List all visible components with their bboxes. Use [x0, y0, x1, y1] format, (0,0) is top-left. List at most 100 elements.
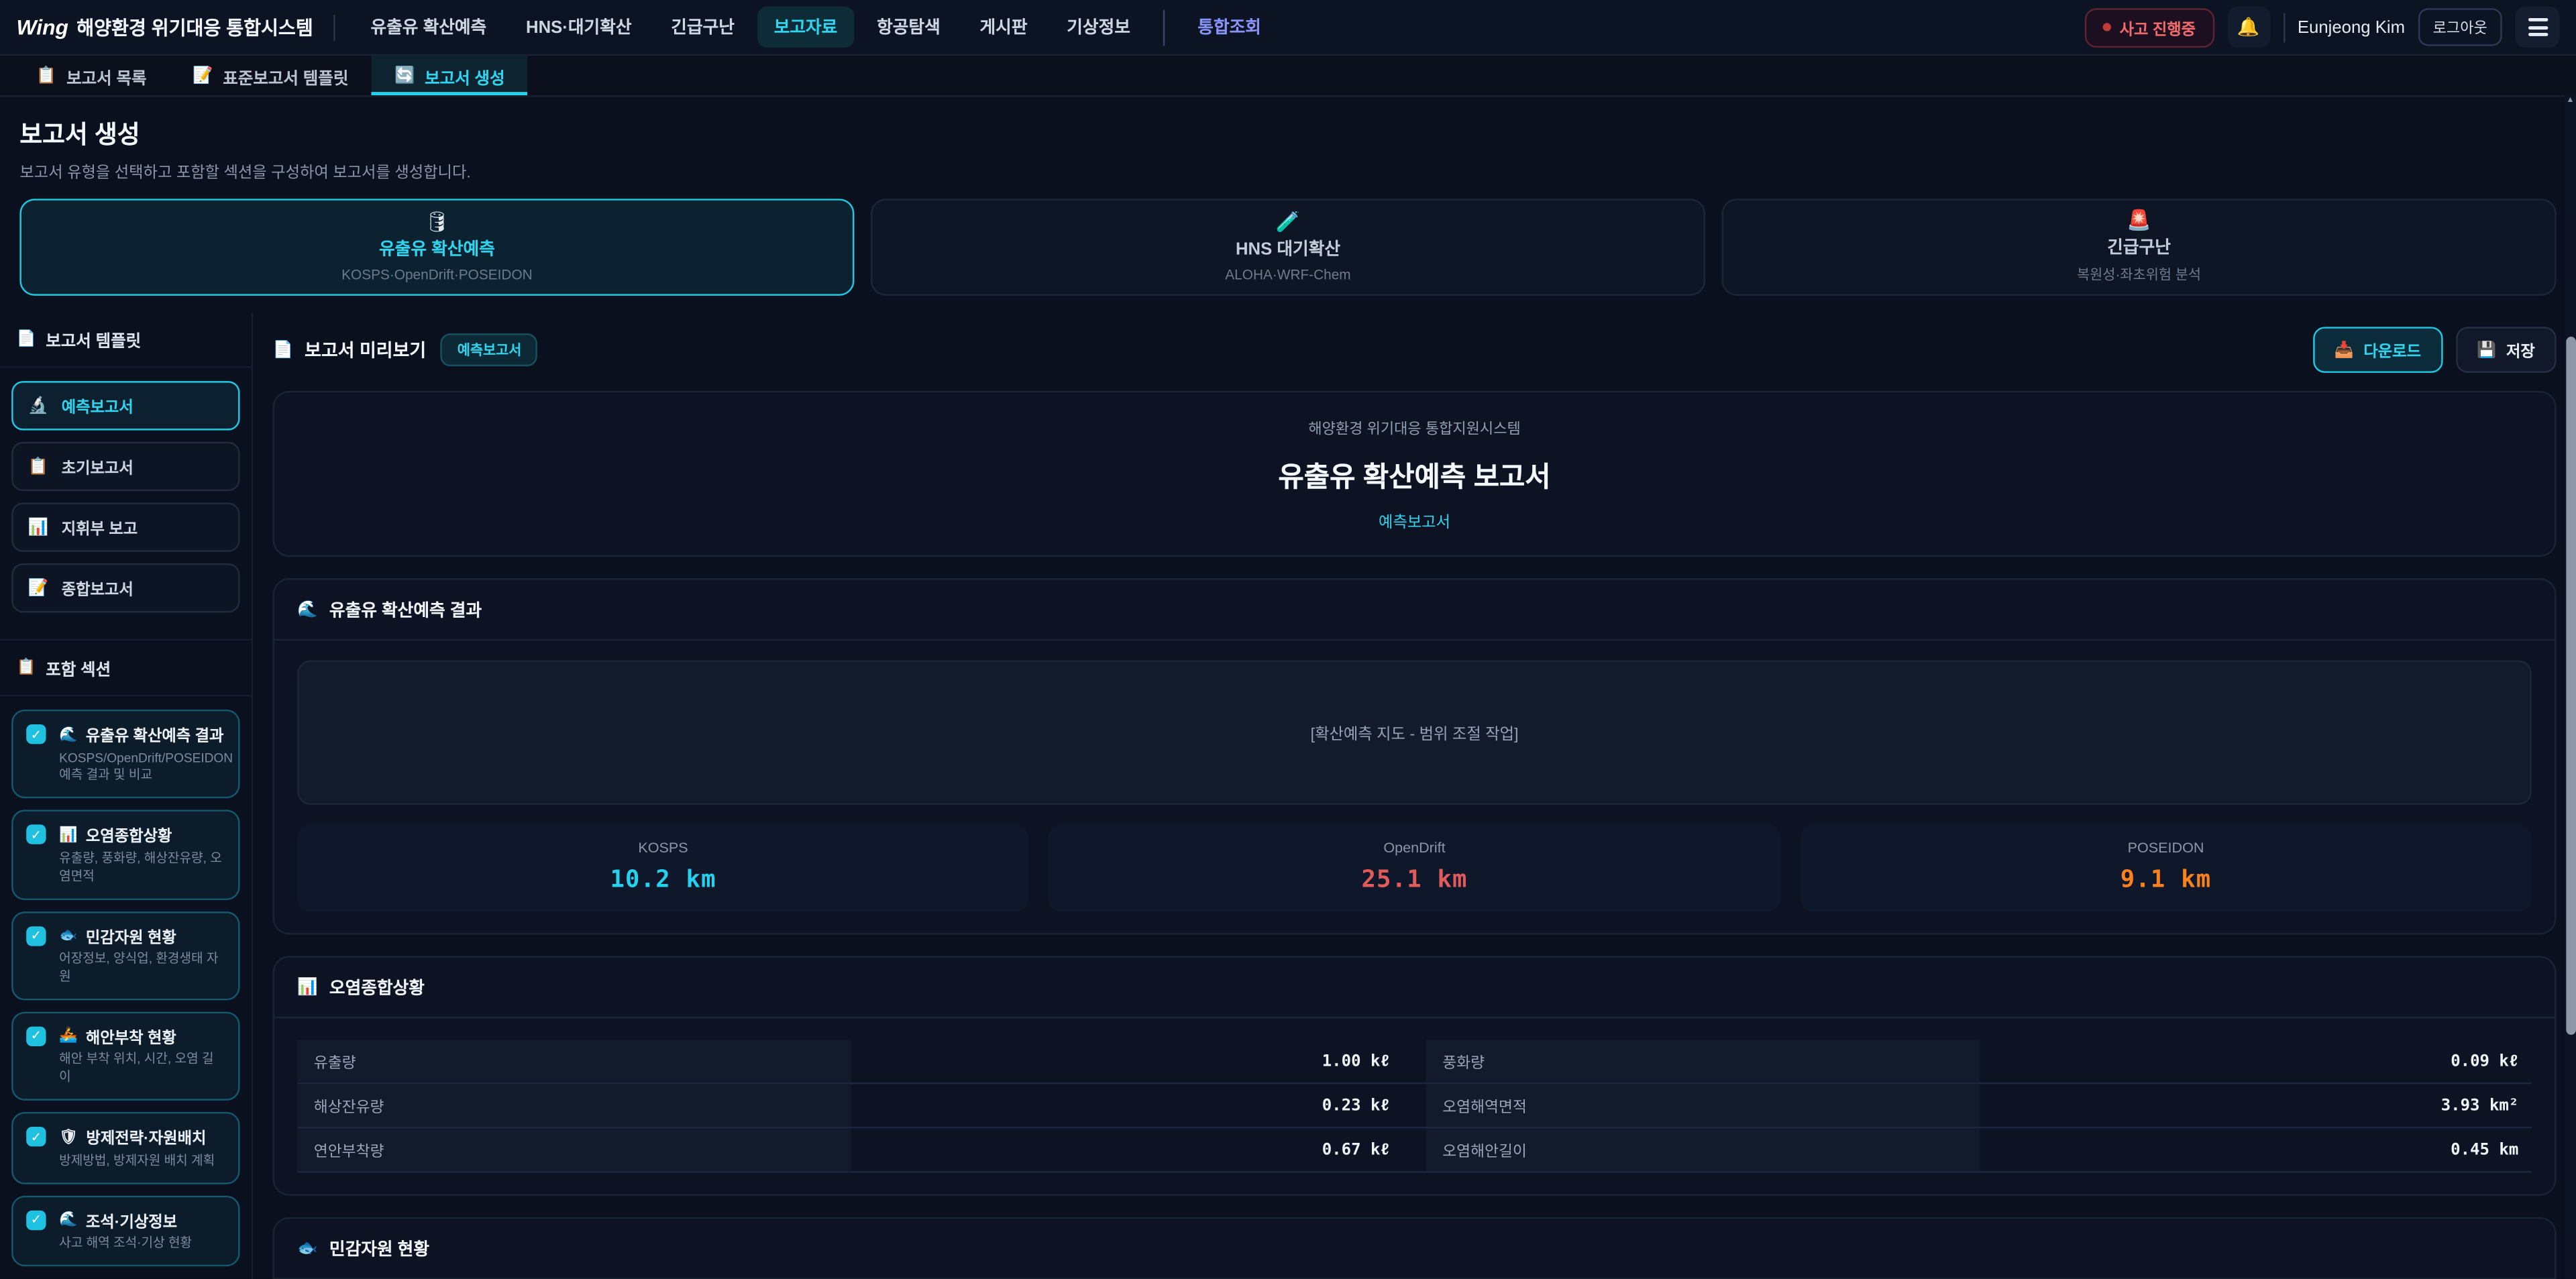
template-item-command[interactable]: 📊 지휘부 보고	[11, 502, 239, 551]
scrollbar-thumb[interactable]	[2565, 337, 2575, 1035]
preview-title: 보고서 미리보기	[305, 337, 426, 363]
template-item-label: 지휘부 보고	[62, 516, 138, 539]
notifications-button[interactable]: 🔔	[2227, 7, 2270, 48]
section-card-response-strategy[interactable]: ✓ 🛡 방제전략·자원배치 방제방법, 방제자원 배치 계획	[11, 1113, 239, 1184]
nav-item-rescue[interactable]: 긴급구난	[655, 7, 751, 48]
incident-badge-label: 사고 진행중	[2120, 15, 2196, 38]
table-cell-value: 0.09 kℓ	[1979, 1040, 2532, 1082]
hamburger-icon	[2528, 18, 2547, 21]
table-cell-label: 연안부착량	[297, 1128, 850, 1171]
nav-item-aerial-search[interactable]: 항공탐색	[861, 7, 957, 48]
nav-divider	[333, 14, 334, 40]
sidebar: 📄 보고서 템플릿 🔬 예측보고서 📋 초기보고서 📊 지휘부 보고 📝	[0, 312, 253, 1279]
tab-report-create[interactable]: 🔄 보고서 생성	[372, 56, 528, 95]
type-card-hns[interactable]: 🧪 HNS 대기확산 ALOHA·WRF-Chem	[871, 199, 1705, 295]
tab-report-create-label: 보고서 생성	[425, 63, 504, 88]
save-label: 저장	[2506, 338, 2535, 361]
stat-model-label: KOSPS	[638, 839, 688, 855]
wave-icon: 🌊	[59, 725, 77, 743]
type-card-subtitle: 복원성·좌초위험 분석	[2077, 264, 2201, 284]
template-item-initial[interactable]: 📋 초기보고서	[11, 442, 239, 491]
checkbox-checked-icon[interactable]: ✓	[26, 1127, 46, 1147]
section-divider	[274, 639, 2555, 641]
hamburger-menu-button[interactable]	[2515, 7, 2559, 48]
page-icon: 📄	[16, 330, 36, 348]
section-card-pollution[interactable]: ✓ 📊오염종합상황 유출량, 풍화량, 해상잔유량, 오염면적	[11, 810, 239, 899]
app-logo[interactable]: Wing 해양환경 위기대응 통합시스템	[16, 14, 313, 40]
tab-report-list-label: 보고서 목록	[66, 63, 146, 88]
spread-section-title: 유출유 확산예측 결과	[329, 598, 482, 622]
table-cell-value: 1.00 kℓ	[850, 1040, 1403, 1082]
nav-item-weather[interactable]: 기상정보	[1051, 7, 1147, 48]
tab-report-list[interactable]: 📋 보고서 목록	[13, 56, 170, 95]
section-title: 민감자원 현황	[86, 924, 176, 947]
nav-item-oil-spread[interactable]: 유출유 확산예측	[354, 7, 503, 48]
page-icon: 📄	[273, 341, 293, 359]
nav-item-hns[interactable]: HNS·대기확산	[510, 7, 648, 48]
page-head: 보고서 생성 보고서 유형을 선택하고 포함할 섹션을 구성하여 보고서를 생성…	[0, 97, 2576, 182]
tab-standard-template[interactable]: 📝 표준보고서 템플릿	[170, 56, 372, 95]
preview-type-badge: 예측보고서	[441, 333, 538, 366]
shield-icon: 🛡	[59, 1128, 78, 1146]
section-title: 방제전략·자원배치	[86, 1125, 206, 1148]
section-desc: 어장정보, 양식업, 환경생태 자원	[59, 951, 225, 987]
page-subtitle: 보고서 유형을 선택하고 포함할 섹션을 구성하여 보고서를 생성합니다.	[19, 160, 2556, 182]
section-title: 해안부착 현황	[86, 1025, 176, 1048]
save-button[interactable]: 💾 저장	[2455, 327, 2556, 373]
section-card-sensitive[interactable]: ✓ 🐟민감자원 현황 어장정보, 양식업, 환경생태 자원	[11, 911, 239, 1000]
type-card-title: 유출유 확산예측	[379, 237, 495, 262]
report-tabbar: 📋 보고서 목록 📝 표준보고서 템플릿 🔄 보고서 생성	[0, 56, 2576, 97]
type-card-subtitle: KOSPS·OpenDrift·POSEIDON	[341, 266, 533, 282]
section-title: 조석·기상정보	[86, 1209, 177, 1231]
sensitive-section-title: 민감자원 현황	[329, 1237, 429, 1262]
checkbox-checked-icon[interactable]: ✓	[26, 1026, 46, 1046]
section-card-shoreline[interactable]: ✓ 🚣 해안부착 현황 해안 부착 위치, 시간, 오염 길이	[11, 1011, 239, 1101]
checkbox-checked-icon[interactable]: ✓	[26, 724, 46, 744]
content-split: 📄 보고서 템플릿 🔬 예측보고서 📋 초기보고서 📊 지휘부 보고 📝	[0, 312, 2576, 1279]
table-row: 연안부착량 0.67 kℓ 오염해안길이 0.45 km	[297, 1128, 2532, 1172]
memo-icon: 📝	[193, 66, 213, 85]
report-section-sensitive: 🐟 민감자원 현황 반경 10 NM 기준 마을어업 131ha 복합양식업 3…	[273, 1217, 2557, 1279]
template-item-forecast[interactable]: 🔬 예측보고서	[11, 381, 239, 430]
table-cell-label: 오염해안길이	[1426, 1128, 1979, 1171]
table-cell-value: 3.93 km²	[1979, 1084, 2532, 1127]
model-stat-row: KOSPS 10.2 km OpenDrift 25.1 km POSEIDON…	[297, 824, 2532, 911]
user-name: Eunjeong Kim	[2298, 17, 2405, 37]
table-row: 유출량 1.00 kℓ 풍화량 0.09 kℓ	[297, 1040, 2532, 1084]
vertical-scrollbar[interactable]: ▲	[2565, 94, 2576, 1279]
logout-button[interactable]: 로그아웃	[2418, 8, 2502, 46]
section-card-tide-weather[interactable]: ✓ 🌊조석·기상정보 사고 해역 조석·기상 현황	[11, 1195, 239, 1266]
type-card-oil-spread[interactable]: 🛢 유출유 확산예측 KOSPS·OpenDrift·POSEIDON	[19, 199, 854, 295]
nav-item-integrated-search[interactable]: 통합조회	[1181, 7, 1278, 48]
section-title: 오염종합상황	[86, 824, 172, 846]
nav-item-reports[interactable]: 보고자료	[757, 7, 854, 48]
stat-value: 10.2 km	[610, 867, 716, 893]
checkbox-checked-icon[interactable]: ✓	[26, 825, 46, 844]
type-card-title: 긴급구난	[2107, 235, 2171, 260]
download-button[interactable]: 📥 다운로드	[2313, 327, 2443, 373]
type-card-rescue[interactable]: 🚨 긴급구난 복원성·좌초위험 분석	[1722, 199, 2557, 295]
report-type-row: 🛢 유출유 확산예측 KOSPS·OpenDrift·POSEIDON 🧪 HN…	[0, 182, 2576, 312]
template-item-comprehensive[interactable]: 📝 종합보고서	[11, 563, 239, 612]
bar-chart-icon: 📊	[59, 826, 77, 844]
report-section-pollution: 📊 오염종합상황 유출량 1.00 kℓ 풍화량 0.09 kℓ	[273, 956, 2557, 1196]
nav-item-board[interactable]: 게시판	[963, 7, 1044, 48]
preview-head: 📄 보고서 미리보기 예측보고서 📥 다운로드 💾 저장	[273, 327, 2557, 373]
nav-right-cluster: 사고 진행중 🔔 Eunjeong Kim 로그아웃	[2085, 7, 2559, 48]
sections-header-label: 포함 섹션	[46, 655, 111, 680]
tab-standard-template-label: 표준보고서 템플릿	[223, 63, 348, 88]
boat-icon: 🚣	[59, 1027, 77, 1046]
section-card-spread-result[interactable]: ✓ 🌊유출유 확산예측 결과 KOSPS/OpenDrift/POSEIDON …	[11, 710, 239, 799]
template-item-label: 초기보고서	[62, 455, 133, 478]
checkbox-checked-icon[interactable]: ✓	[26, 1210, 46, 1229]
stat-value: 25.1 km	[1361, 867, 1467, 893]
section-desc: 해안 부착 위치, 시간, 오염 길이	[59, 1052, 225, 1087]
checkbox-checked-icon[interactable]: ✓	[26, 926, 46, 945]
section-list: ✓ 🌊유출유 확산예측 결과 KOSPS/OpenDrift/POSEIDON …	[0, 696, 252, 1279]
wave-icon: 🌊	[297, 601, 317, 619]
section-desc: 방제방법, 방제자원 배치 계획	[59, 1153, 215, 1171]
table-cell-label: 해상잔유량	[297, 1084, 850, 1127]
scrollbar-up-arrow[interactable]: ▲	[2565, 95, 2576, 105]
pollution-table: 유출량 1.00 kℓ 풍화량 0.09 kℓ 해상잔유량 0.23 kℓ 오염…	[297, 1040, 2532, 1172]
section-divider	[274, 1017, 2555, 1018]
